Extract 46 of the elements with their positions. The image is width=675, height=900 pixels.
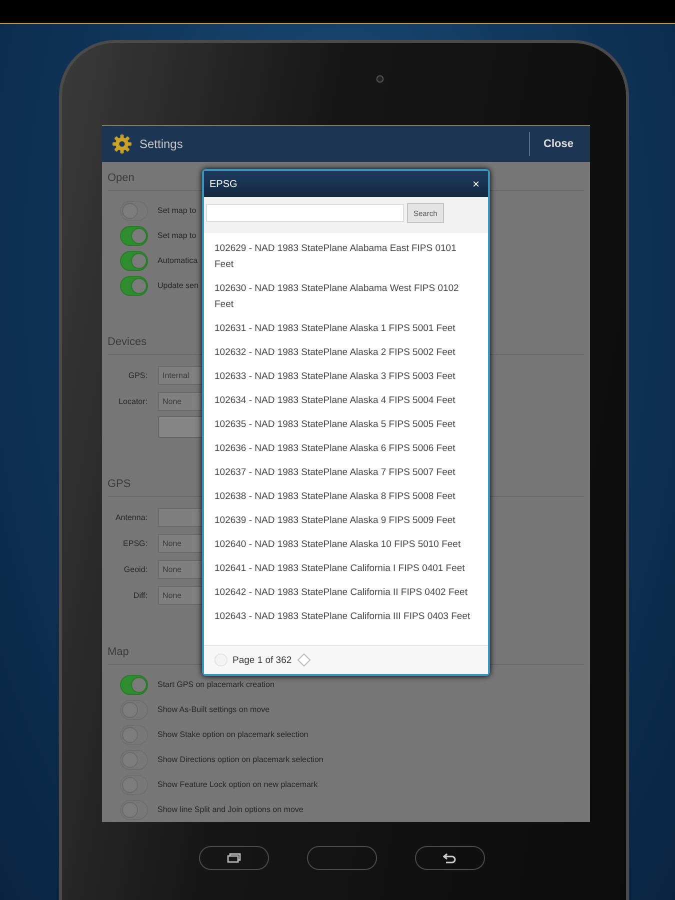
list-item[interactable]: 102629 - NAD 1983 StatePlane Alabama East FIPS 0101 Feet	[214, 241, 478, 273]
search-field[interactable]	[206, 204, 404, 222]
page-indicator: Page 1 of 362	[232, 654, 292, 666]
setting-label: Show Feature Lock option on new placemark	[158, 780, 318, 789]
close-button[interactable]: Close	[528, 132, 580, 156]
field-label: Diff:	[132, 590, 148, 600]
screen-title: Settings	[140, 137, 183, 151]
list-item[interactable]: 102642 - NAD 1983 StatePlane California II FIPS 0402 Feet	[214, 585, 478, 601]
back-button[interactable]	[414, 846, 484, 870]
field-label: Antenna:	[114, 512, 148, 522]
field-label: GPS:	[127, 370, 148, 380]
setting-label: Show Stake option on placemark selection	[158, 730, 308, 739]
list-item[interactable]: 102643 - NAD 1983 StatePlane California III FIPS 0403 Feet	[214, 609, 478, 625]
windows-icon	[226, 853, 240, 863]
setting-label: Show As-Built settings on move	[158, 705, 270, 714]
dialog-title: EPSG	[210, 178, 238, 190]
list-item[interactable]: 102640 - NAD 1983 StatePlane Alaska 10 FIPS 5010 Feet	[214, 537, 478, 553]
list-item[interactable]: 102634 - NAD 1983 StatePlane Alaska 4 FIPS 5004 Feet	[214, 393, 478, 409]
setting-label: Start GPS on placemark creation	[158, 680, 274, 689]
list-item[interactable]: 102637 - NAD 1983 StatePlane Alaska 7 FIPS 5007 Feet	[214, 465, 478, 481]
field-label: Locator:	[118, 396, 148, 406]
field-label: Geoid:	[122, 564, 148, 574]
toggle-switch[interactable]	[120, 250, 148, 270]
list-item[interactable]: 102630 - NAD 1983 StatePlane Alabama West FIPS 0102 Feet	[214, 281, 478, 313]
home-button[interactable]	[306, 846, 376, 870]
toggle-switch[interactable]	[120, 674, 148, 694]
camera-icon	[376, 75, 384, 83]
list-item[interactable]: 102633 - NAD 1983 StatePlane Alaska 3 FIPS 5003 Feet	[214, 369, 478, 385]
list-item[interactable]: 102641 - NAD 1983 StatePlane California I FIPS 0401 Feet	[214, 561, 478, 577]
setting-label: Show line Split and Join options on move	[158, 805, 304, 814]
settings-icon	[112, 134, 132, 154]
list-item[interactable]: 102635 - NAD 1983 StatePlane Alaska 5 FIPS 5005 Feet	[214, 417, 478, 433]
setting-label: Set map to	[158, 206, 196, 215]
list-item[interactable]: 102636 - NAD 1983 StatePlane Alaska 6 FIPS 5006 Feet	[214, 441, 478, 457]
close-button[interactable]: ×	[470, 177, 482, 191]
setting-label: Automatica	[158, 256, 198, 265]
recent-apps-button[interactable]	[198, 846, 268, 870]
back-icon	[442, 852, 456, 864]
toggle-switch[interactable]	[120, 226, 148, 246]
field-label: EPSG:	[122, 538, 148, 548]
setting-label: Update sen	[158, 281, 198, 290]
list-item[interactable]: 102639 - NAD 1983 StatePlane Alaska 9 FIPS 5009 Feet	[214, 513, 478, 529]
next-page-icon[interactable]	[296, 653, 311, 667]
setting-label: Show Directions option on placemark selection	[158, 755, 324, 764]
setting-label: Set map to	[158, 231, 196, 240]
toggle-switch[interactable]	[120, 276, 148, 296]
